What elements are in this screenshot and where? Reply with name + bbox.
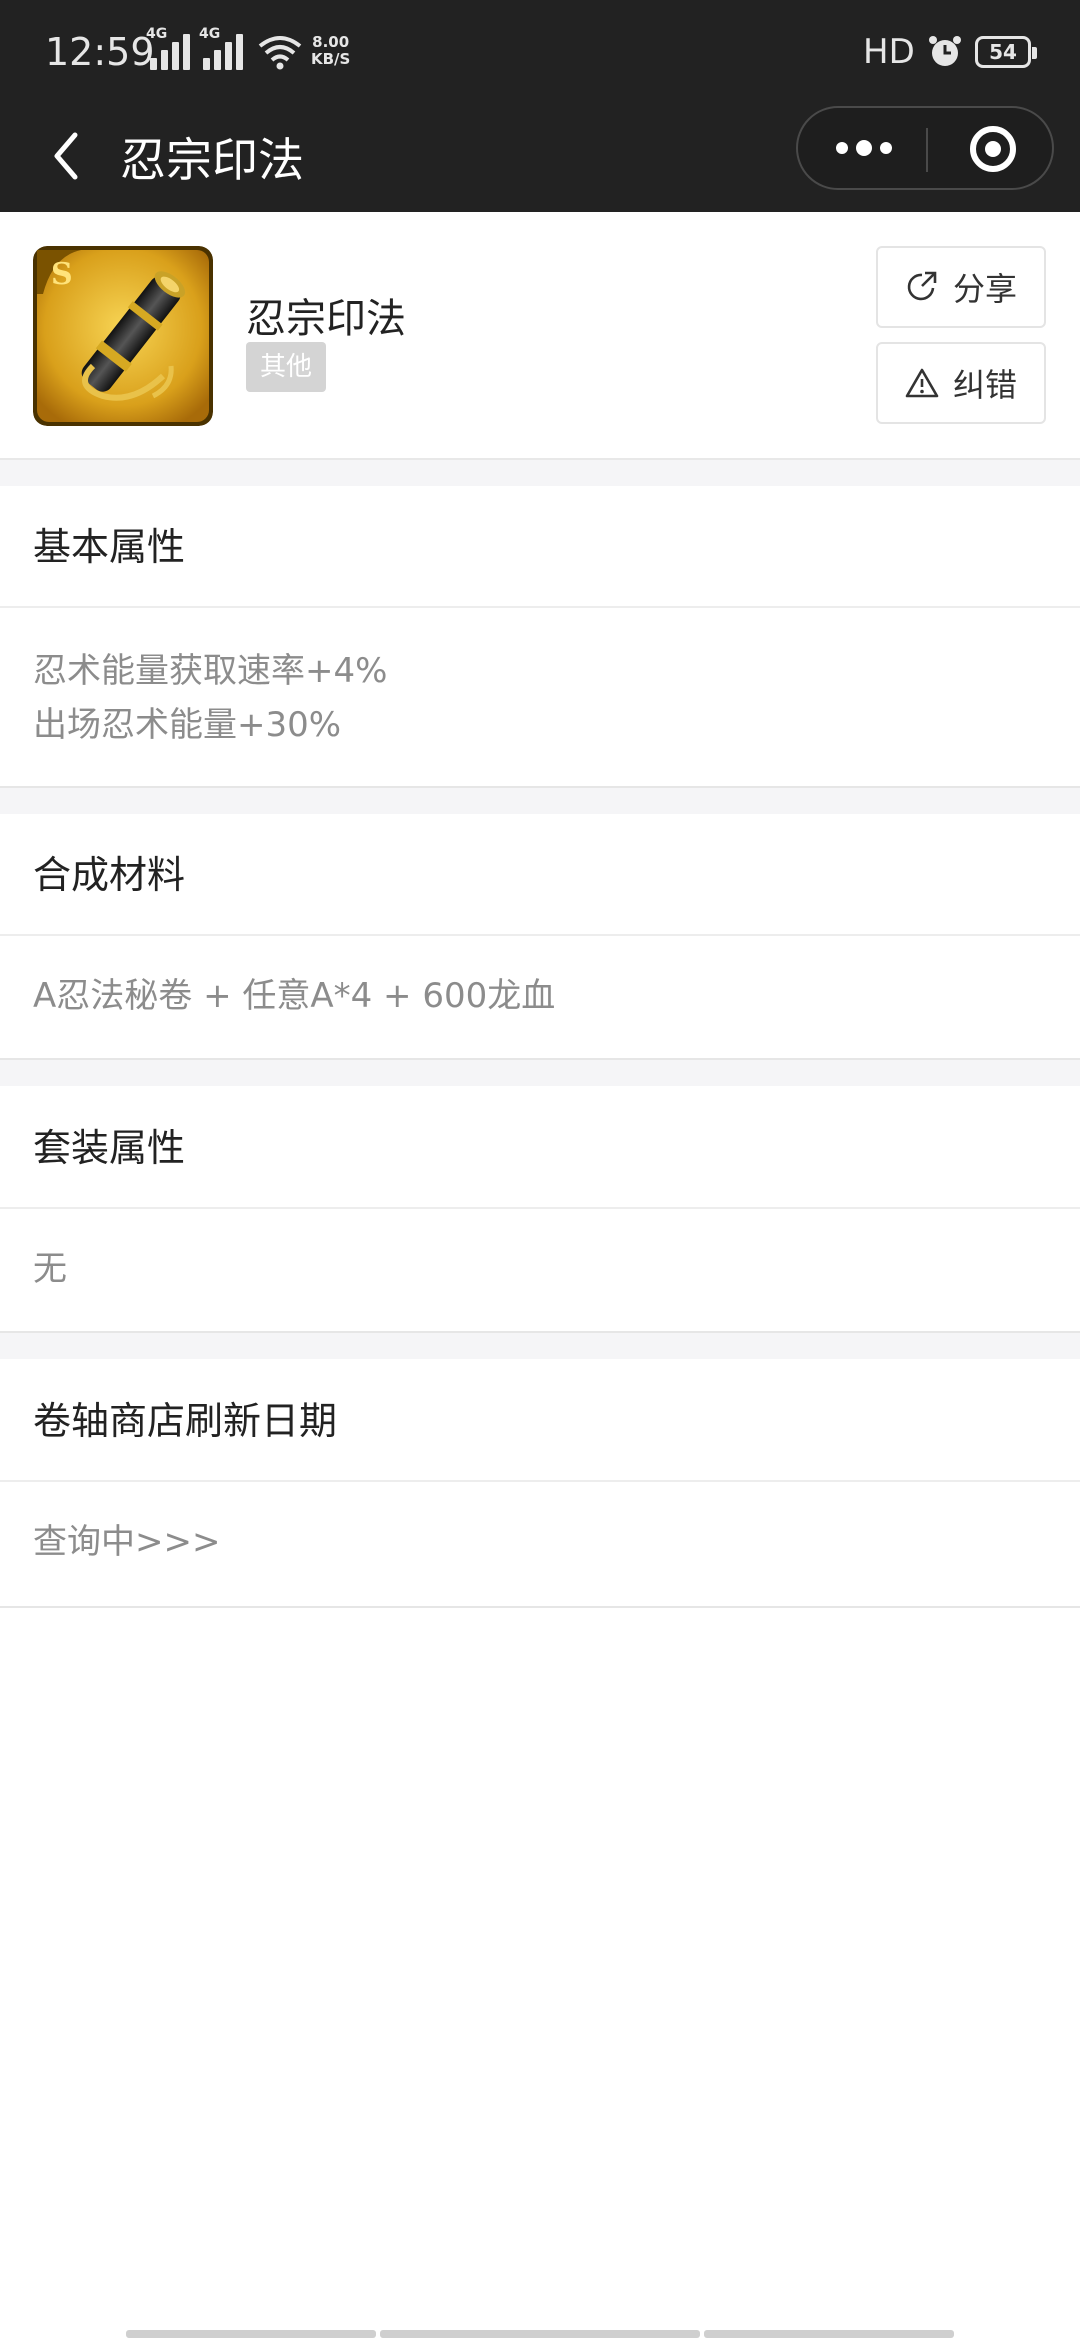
page-title: 忍宗印法 (120, 133, 304, 187)
home-indicator-segment (126, 2330, 376, 2338)
section-title: 合成材料 (0, 814, 1080, 936)
more-button[interactable] (836, 138, 892, 158)
status-bar: 12:59 4G 4G 8.00 KB/S HD 54 (0, 0, 1080, 106)
battery-level: 54 (989, 40, 1017, 64)
report-error-button[interactable]: 纠错 (876, 342, 1046, 424)
item-category-tag: 其他 (246, 342, 327, 392)
section-gap (0, 1060, 1080, 1086)
section-title: 卷轴商店刷新日期 (0, 1360, 1080, 1482)
section-gap (0, 1333, 1080, 1359)
basic-attributes-section: 基本属性 忍术能量获取速率+4% 出场忍术能量+30% (0, 486, 1080, 788)
mini-program-capsule (796, 106, 1054, 190)
nav-bar: 忍宗印法 (0, 106, 1080, 212)
section-title: 基本属性 (0, 486, 1080, 608)
share-label: 分享 (952, 270, 1017, 308)
svg-text:S: S (51, 257, 73, 292)
attribute-line: 出场忍术能量+30% (33, 705, 342, 745)
home-indicator-segment (704, 2330, 954, 2338)
speed-value: 8.00 (312, 33, 350, 51)
network-type-label: 4G (146, 26, 168, 42)
chevron-left-icon (54, 132, 78, 180)
report-error-label: 纠错 (952, 366, 1017, 404)
section-gap (0, 460, 1080, 486)
warning-icon (905, 368, 939, 398)
wifi-icon (258, 36, 302, 70)
signal-icon: 4G (146, 26, 194, 70)
close-mini-program-button[interactable] (970, 126, 1016, 172)
status-time: 12:59 (45, 30, 155, 74)
shop-refresh-section: 卷轴商店刷新日期 查询中>>> (0, 1360, 1080, 1608)
section-title: 套装属性 (0, 1087, 1080, 1209)
materials-text: A忍法秘卷 + 任意A*4 + 600龙血 (33, 976, 556, 1016)
section-gap (0, 788, 1080, 814)
materials-section: 合成材料 A忍法秘卷 + 任意A*4 + 600龙血 (0, 814, 1080, 1060)
network-speed: 8.00 KB/S (311, 34, 350, 68)
capsule-divider (926, 128, 928, 172)
attribute-line: 忍术能量获取速率+4% (33, 651, 388, 691)
battery-icon: 54 (975, 36, 1037, 68)
speed-unit: KB/S (311, 50, 351, 68)
section-content: 忍术能量获取速率+4% 出场忍术能量+30% (0, 608, 1080, 752)
set-attributes-section: 套装属性 无 (0, 1087, 1080, 1333)
hd-indicator: HD (863, 32, 915, 72)
back-button[interactable] (36, 126, 96, 186)
share-button[interactable]: 分享 (876, 246, 1046, 328)
share-icon (907, 271, 937, 301)
home-indicator-segment (380, 2330, 700, 2338)
set-attributes-text: 无 (33, 1249, 67, 1289)
alarm-icon (929, 36, 961, 66)
network-type-label-2: 4G (199, 26, 221, 42)
scroll-item-icon: S (33, 246, 213, 426)
item-header: S 忍宗印法 其他 分享 纠错 (0, 212, 1080, 460)
item-name: 忍宗印法 (246, 296, 406, 342)
shop-refresh-text[interactable]: 查询中>>> (0, 1482, 1080, 1602)
signal-icon-2: 4G (199, 26, 247, 70)
